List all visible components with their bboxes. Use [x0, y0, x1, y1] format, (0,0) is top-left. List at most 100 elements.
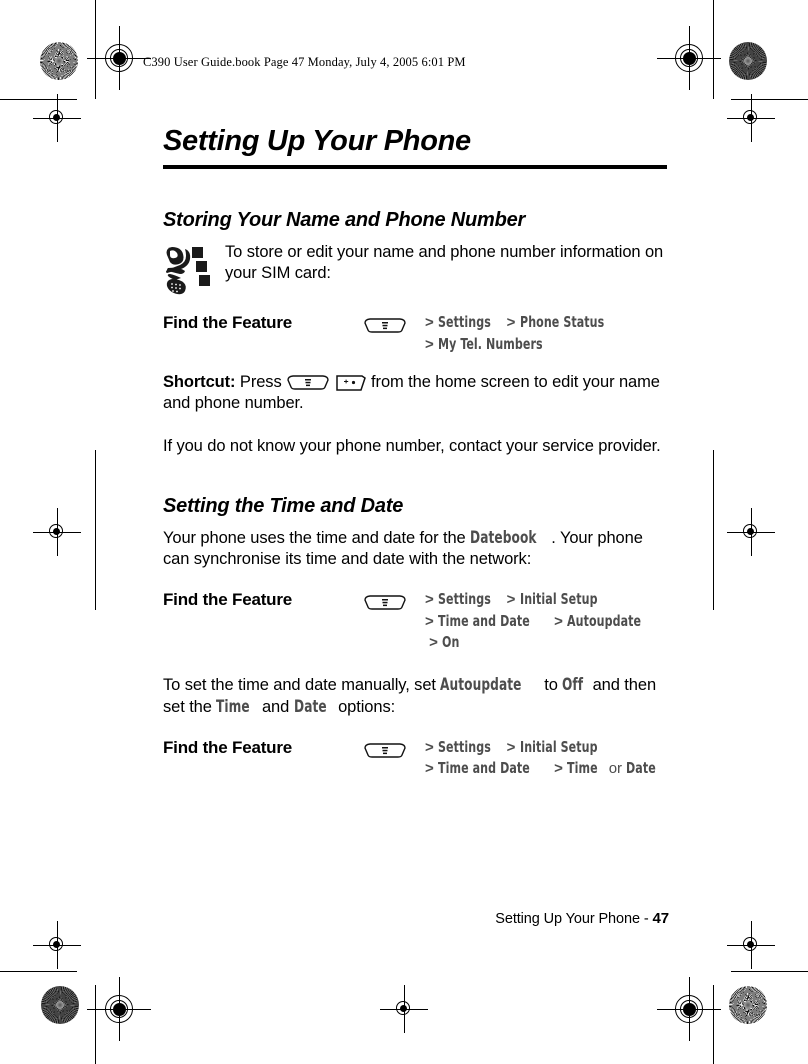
- menu-key-icon: [363, 311, 425, 335]
- shortcut-text-a: Press: [235, 372, 287, 391]
- page-title: Setting Up Your Phone: [163, 125, 471, 157]
- find-the-feature-label: Find the Feature: [163, 590, 293, 610]
- registration-mark-bottom-left: [87, 977, 151, 1041]
- manual-text-e: options:: [333, 698, 396, 717]
- ui-term-phone-status: Phone Status: [519, 313, 604, 332]
- menu-path-separator: >: [425, 335, 434, 353]
- menu-path-separator: >: [425, 612, 434, 630]
- sim-card-note-text: To store or edit your name and phone num…: [225, 243, 664, 283]
- menu-key-icon: [363, 736, 425, 760]
- no-number-paragraph: If you do not know your phone number, co…: [163, 437, 661, 456]
- ui-term-my-tel-numbers: My Tel. Numbers: [437, 334, 543, 353]
- ui-term-time-and-date: Time and Date: [437, 611, 530, 630]
- registration-mark-bottom-right: [657, 977, 721, 1041]
- menu-path-separator: >: [554, 759, 563, 777]
- find-the-feature-table-2: Find the Feature > Settings > Initial Se…: [163, 588, 667, 653]
- menu-path-separator: >: [506, 738, 516, 756]
- manual-text-a: To set the time and date manually, set: [163, 676, 441, 695]
- star-target-bottom-right: [729, 986, 767, 1024]
- shortcut-paragraph: Shortcut: Press from the home screen to …: [163, 372, 669, 414]
- menu-path-line: > Time and Date > Time or Date: [425, 758, 667, 779]
- page-content: Setting Up Your Phone Storing Your Name …: [163, 125, 669, 780]
- time-date-text-a: Your phone uses the time and date for th…: [163, 529, 471, 548]
- ui-term-time: Time: [567, 758, 598, 777]
- manual-text-b: to: [539, 676, 563, 695]
- registration-mark-bottom-center: [380, 985, 428, 1033]
- menu-path-separator: >: [425, 591, 434, 609]
- ui-term-datebook: Datebook: [470, 528, 537, 548]
- trim-rule-right-top: [713, 0, 714, 99]
- registration-mark-corner-mid-left: [33, 508, 81, 556]
- menu-path-separator: >: [506, 314, 516, 332]
- menu-path-line: > Settings > Initial Setup: [425, 737, 667, 758]
- menu-key-icon-svg-inline: [287, 375, 329, 390]
- ui-term-initial-setup: Initial Setup: [519, 737, 598, 756]
- trim-rule-left-mid: [95, 450, 96, 610]
- section-heading-time-date: Setting the Time and Date: [163, 495, 404, 518]
- menu-key-icon-svg: [364, 595, 406, 611]
- shortcut-label: Shortcut:: [163, 372, 236, 391]
- menu-path-separator: >: [429, 634, 438, 652]
- ui-term-settings: Settings: [437, 313, 491, 332]
- menu-key-icon: [363, 588, 425, 612]
- manual-text-d: and: [257, 698, 294, 717]
- ui-term-time-and-date: Time and Date: [437, 758, 530, 777]
- ui-term-autoupdate: Autoupdate: [440, 675, 522, 695]
- slugline: C390 User Guide.book Page 47 Monday, Jul…: [143, 55, 466, 69]
- menu-path-separator: >: [506, 591, 516, 609]
- menu-path-line: > Settings > Initial Setup: [425, 589, 667, 610]
- trim-rule-right-mid: [713, 450, 714, 610]
- menu-path-separator: >: [425, 759, 434, 777]
- menu-key-icon-inline: [286, 373, 330, 391]
- ui-term-autoupdate: Autoupdate: [567, 611, 642, 630]
- trim-rule-left-bottom: [95, 985, 96, 1064]
- trim-rule-bottom-left: [0, 971, 77, 972]
- registration-mark-corner-bottom-left: [33, 921, 81, 969]
- trim-rule-top-right: [731, 99, 808, 100]
- star-target-top-right: [729, 42, 767, 80]
- page-footer: Setting Up Your Phone - 47: [163, 910, 669, 927]
- registration-mark-corner-bottom-right: [727, 921, 775, 969]
- trim-rule-left-top: [95, 0, 96, 99]
- find-the-feature-path-1: > Settings > Phone Status > My Tel. Numbe…: [425, 311, 667, 355]
- menu-path-conjunction: or: [608, 759, 623, 777]
- menu-key-icon-svg: [364, 318, 406, 334]
- ui-term-date: Date: [293, 697, 327, 717]
- trim-rule-top-left: [0, 99, 77, 100]
- footer-chapter-label: Setting Up Your Phone -: [495, 911, 653, 927]
- time-date-paragraph: Your phone uses the time and date for th…: [163, 527, 669, 570]
- sim-card-icon-svg: [166, 247, 210, 295]
- find-the-feature-label: Find the Feature: [163, 313, 293, 333]
- registration-mark-corner-top-left: [33, 94, 81, 142]
- footer-page-number: 47: [652, 910, 670, 927]
- menu-path-line: > Time and Date > Autoupdate > On: [425, 611, 667, 654]
- star-key-icon-svg: [335, 375, 366, 391]
- trim-rule-bottom-right: [731, 971, 808, 972]
- menu-key-icon-svg: [364, 742, 406, 758]
- star-key-icon: [335, 373, 367, 391]
- ui-term-settings: Settings: [437, 590, 491, 609]
- menu-path-separator: >: [425, 314, 434, 332]
- sim-card-icon: [163, 242, 225, 295]
- registration-mark-top-left: [87, 26, 151, 90]
- section-heading-storing-name: Storing Your Name and Phone Number: [163, 209, 526, 232]
- ui-term-off: Off: [562, 675, 584, 695]
- find-the-feature-label: Find the Feature: [163, 737, 293, 757]
- manual-set-paragraph: To set the time and date manually, set A…: [163, 674, 669, 718]
- ui-term-settings: Settings: [437, 737, 491, 756]
- find-the-feature-path-3: > Settings > Initial Setup > Time and Dat…: [425, 736, 667, 780]
- registration-mark-corner-mid-right: [727, 508, 775, 556]
- find-the-feature-table-1: Find the Feature > Settings > Phone Stat…: [163, 311, 667, 355]
- find-the-feature-path-2: > Settings > Initial Setup > Time and Dat…: [425, 588, 667, 653]
- ui-term-on: On: [442, 633, 460, 652]
- ui-term-initial-setup: Initial Setup: [519, 590, 598, 609]
- registration-mark-corner-top-right: [727, 94, 775, 142]
- menu-path-separator: >: [554, 612, 563, 630]
- star-target-bottom-left: [41, 986, 79, 1024]
- star-target-top-left: [40, 42, 78, 80]
- sim-card-note: To store or edit your name and phone num…: [163, 242, 669, 295]
- chapter-rule: [163, 165, 667, 170]
- ui-term-date: Date: [626, 758, 657, 777]
- menu-path-line: > Settings > Phone Status: [425, 312, 667, 333]
- trim-rule-right-bottom: [713, 985, 714, 1064]
